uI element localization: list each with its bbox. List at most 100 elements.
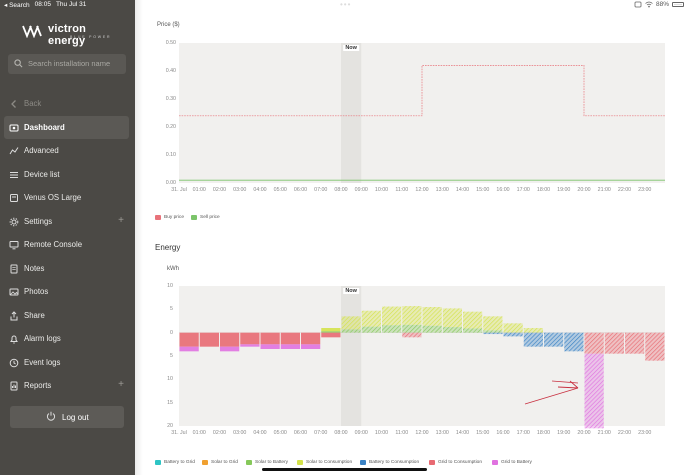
price-x-tick: 18:00 <box>536 187 551 193</box>
legend-swatch <box>191 215 197 220</box>
dashboard-content: Price ($) Energy kWh Now 0.00 0.10 0.20 0.30… <box>135 0 690 475</box>
energy-legend-item[interactable]: Solar to Battery <box>246 460 288 465</box>
expand-plus-icon[interactable]: + <box>118 379 124 390</box>
price-x-tick: 11:00 <box>395 187 409 193</box>
price-legend-item[interactable]: Sell price <box>191 215 220 220</box>
logout-button[interactable]: Log out <box>10 406 124 428</box>
victron-logo[interactable]: victron energy BLUE POWER <box>22 22 122 47</box>
sidebar: victron energy BLUE POWER Search install… <box>0 0 135 475</box>
expand-plus-icon[interactable]: + <box>118 215 124 226</box>
price-x-tick: 09:00 <box>354 187 368 193</box>
energy-x-tick: 22:00 <box>617 430 632 436</box>
energy-bar-solar-to-battery <box>442 327 462 333</box>
energy-bar-solar-to-consumption <box>523 328 543 333</box>
energy-x-tick: 18:00 <box>536 430 551 436</box>
energy-x-tick: 15:00 <box>476 430 490 436</box>
energy-x-tick: 17:00 <box>516 430 530 436</box>
legend-swatch <box>360 460 366 465</box>
energy-x-tick: 16:00 <box>496 430 510 436</box>
energy-bar-grid-to-battery <box>260 344 280 349</box>
status-back-app[interactable]: ◂ Search <box>4 1 30 9</box>
energy-bar-grid-to-consumption <box>625 332 645 354</box>
energy-x-tick: 07:00 <box>314 430 328 436</box>
sidebar-item-label: Venus OS Large <box>24 193 82 202</box>
energy-legend-item[interactable]: Grid to Battery <box>492 460 532 465</box>
price-y-tick: 0.00 <box>165 180 176 186</box>
price-x-tick: 21:00 <box>597 187 611 193</box>
legend-swatch <box>155 215 161 220</box>
energy-legend-item[interactable]: Battery to Consumption <box>360 460 419 465</box>
energy-bar-grid-to-battery <box>280 344 300 349</box>
energy-y-tick: 5 <box>170 353 173 359</box>
energy-bar-grid-to-consumption <box>604 332 624 354</box>
legend-label: Grid to Consumption <box>438 460 482 465</box>
energy-bar-solar-to-battery <box>463 328 483 333</box>
sidebar-item-device-list[interactable]: Device list <box>4 163 129 187</box>
energy-section-title: Energy <box>155 243 181 252</box>
energy-x-tick: 10:00 <box>374 430 389 436</box>
energy-x-tick: 23:00 <box>638 430 652 436</box>
sidebar-item-settings[interactable]: Settings + <box>4 210 129 234</box>
energy-legend-item[interactable]: Solar to Consumption <box>297 460 352 465</box>
price-x-tick: 15:00 <box>476 187 490 193</box>
energy-y-tick: 10 <box>167 283 173 289</box>
energy-bar-solar-to-battery <box>483 330 503 333</box>
energy-bar-grid-to-consumption <box>321 332 341 338</box>
gear-icon <box>9 217 19 226</box>
search-input[interactable]: Search installation name <box>8 54 126 74</box>
sidebar-item-label: Reports <box>24 381 52 390</box>
sidebar-item-photos[interactable]: Photos <box>4 280 129 304</box>
price-now-label: Now <box>343 45 359 51</box>
logout-label: Log out <box>62 413 89 422</box>
status-date: Thu Jul 31 <box>55 1 87 8</box>
price-legend-item[interactable]: Buy price <box>155 215 184 220</box>
sidebar-item-back[interactable]: Back <box>4 92 129 116</box>
report-icon <box>10 381 18 391</box>
energy-bar-solar-to-consumption <box>321 328 341 332</box>
multitask-dots-icon[interactable]: ••• <box>340 0 351 9</box>
sidebar-item-dashboard[interactable]: Dashboard <box>4 115 129 139</box>
sidebar-item-event-logs[interactable]: Event logs <box>4 351 129 375</box>
energy-legend-item[interactable]: Grid to Consumption <box>429 460 482 465</box>
sidebar-item-advanced[interactable]: Advanced <box>4 139 129 163</box>
energy-bar-solar-to-consumption <box>463 311 483 329</box>
energy-bar-grid-to-battery <box>179 346 199 352</box>
energy-bar-grid-to-battery <box>301 344 321 349</box>
energy-y-tick: 10 <box>167 376 173 383</box>
sidebar-item-label: Alarm logs <box>24 334 61 343</box>
energy-bar-grid-to-consumption <box>260 332 280 345</box>
legend-label: Solar to Consumption <box>306 460 353 465</box>
battery-icon <box>672 2 684 7</box>
energy-legend-item[interactable]: Battery to Grid <box>155 460 195 465</box>
sidebar-item-label: Notes <box>24 263 45 273</box>
sidebar-nav: Back Dashboard Advanced Device list Venus O… <box>4 92 129 398</box>
price-x-tick: 19:00 <box>557 187 571 193</box>
sidebar-item-share[interactable]: Share <box>4 304 129 328</box>
energy-bar-battery-to-consumption <box>523 332 543 347</box>
sidebar-item-alarm-logs[interactable]: Alarm logs <box>4 327 129 351</box>
energy-axis-label: kWh <box>167 266 179 272</box>
energy-legend-item[interactable]: Solar to Grid <box>202 460 238 465</box>
status-bar: ◂ Search 08:05 Thu Jul 31 ••• 88% <box>0 0 690 11</box>
price-x-tick: 06:00 <box>293 187 308 193</box>
sidebar-item-label: Event logs <box>24 357 61 367</box>
sidebar-item-reports[interactable]: Reports + <box>4 374 129 398</box>
energy-x-tick: 01:00 <box>192 430 206 436</box>
price-x-tick: 13:00 <box>435 187 449 193</box>
sidebar-item-venus-os-large[interactable]: Venus OS Large <box>4 186 129 210</box>
brand-tagline: BLUE POWER <box>70 35 112 39</box>
advanced-chart-icon <box>9 147 19 155</box>
price-y-tick: 0.40 <box>165 68 176 74</box>
energy-bar-grid-to-battery <box>584 353 604 429</box>
legend-label: Battery to Grid <box>164 460 195 465</box>
home-indicator <box>262 468 427 471</box>
energy-x-tick: 03:00 <box>233 430 247 436</box>
sidebar-item-remote-console[interactable]: Remote Console <box>4 233 129 257</box>
energy-x-tick: 14:00 <box>455 430 470 436</box>
sidebar-item-notes[interactable]: Notes <box>4 257 129 281</box>
device-list-icon <box>10 171 18 178</box>
victron-logo-icon <box>22 25 42 38</box>
energy-bar-solar-to-consumption <box>361 310 381 327</box>
chevron-left-icon <box>11 100 16 108</box>
price-x-tick: 17:00 <box>516 187 530 193</box>
